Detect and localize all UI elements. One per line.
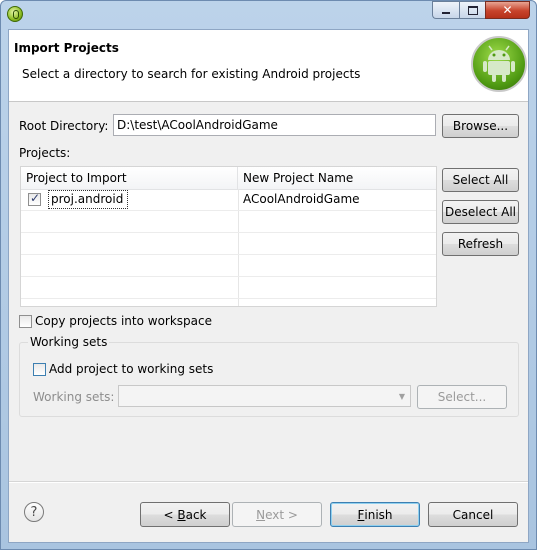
deselect-all-button[interactable]: Deselect All (442, 200, 519, 224)
project-name-cell: proj.android (51, 192, 124, 206)
working-sets-field-label: Working sets: (33, 390, 115, 404)
maximize-button[interactable] (459, 1, 485, 19)
table-row (21, 277, 436, 299)
add-to-working-sets-checkbox[interactable] (33, 363, 46, 376)
finish-rest: inish (364, 507, 393, 522)
browse-button[interactable]: Browse... (442, 114, 519, 138)
copy-into-workspace-label[interactable]: Copy projects into workspace (35, 314, 212, 328)
back-prefix: < (163, 507, 178, 522)
maximize-icon (467, 5, 478, 15)
table-row (21, 233, 436, 255)
column-header-project[interactable]: Project to Import (21, 167, 238, 189)
cancel-button[interactable]: Cancel (428, 502, 518, 527)
page-description: Select a directory to search for existin… (22, 67, 361, 81)
select-working-sets-button[interactable]: Select... (417, 385, 507, 409)
table-header: Project to Import New Project Name (21, 167, 436, 190)
table-row (21, 211, 436, 233)
next-rest: ext > (265, 507, 298, 522)
title-bar[interactable]: ✕ (1, 1, 536, 29)
finish-button[interactable]: Finish (330, 502, 420, 527)
dialog-client-area: Import Projects Select a directory to se… (8, 29, 529, 543)
copy-into-workspace-checkbox[interactable] (19, 315, 32, 328)
finish-mnemonic: F (357, 507, 365, 522)
wizard-header: Import Projects Select a directory to se… (9, 30, 528, 102)
close-button[interactable]: ✕ (485, 1, 530, 19)
working-sets-group: Working sets Add project to working sets… (19, 335, 519, 417)
minimize-icon (442, 12, 450, 14)
close-icon: ✕ (502, 3, 513, 17)
back-rest: ack (185, 507, 207, 522)
add-to-working-sets-label[interactable]: Add project to working sets (49, 362, 213, 376)
working-sets-combo[interactable]: ▼ (118, 385, 411, 407)
android-app-icon (7, 6, 23, 22)
refresh-button[interactable]: Refresh (442, 232, 519, 256)
help-icon[interactable]: ? (24, 502, 44, 522)
caption-buttons: ✕ (432, 1, 530, 20)
minimize-button[interactable] (432, 1, 459, 19)
dialog-window: ✕ Import Projects Select a directory to … (0, 0, 537, 550)
next-mnemonic: N (256, 507, 266, 522)
project-checkbox[interactable] (28, 191, 41, 206)
dropdown-arrow-icon: ▼ (398, 391, 406, 401)
root-directory-input[interactable]: D:\test\ACoolAndroidGame (113, 114, 436, 136)
new-project-name-cell[interactable]: ACoolAndroidGame (243, 189, 360, 210)
android-logo-icon (471, 36, 527, 92)
root-directory-label: Root Directory: (19, 119, 109, 133)
table-row[interactable]: proj.android ACoolAndroidGame (21, 189, 436, 211)
select-all-button[interactable]: Select All (442, 168, 519, 192)
projects-table[interactable]: Project to Import New Project Name proj.… (20, 166, 437, 307)
back-mnemonic: B (177, 507, 186, 522)
column-header-new-name[interactable]: New Project Name (238, 167, 436, 189)
page-title: Import Projects (14, 41, 119, 55)
table-row (21, 255, 436, 277)
back-button[interactable]: < Back (140, 502, 230, 527)
working-sets-legend: Working sets (28, 335, 110, 349)
next-button[interactable]: Next > (232, 502, 322, 527)
footer-separator (9, 481, 528, 483)
projects-label: Projects: (19, 146, 71, 160)
